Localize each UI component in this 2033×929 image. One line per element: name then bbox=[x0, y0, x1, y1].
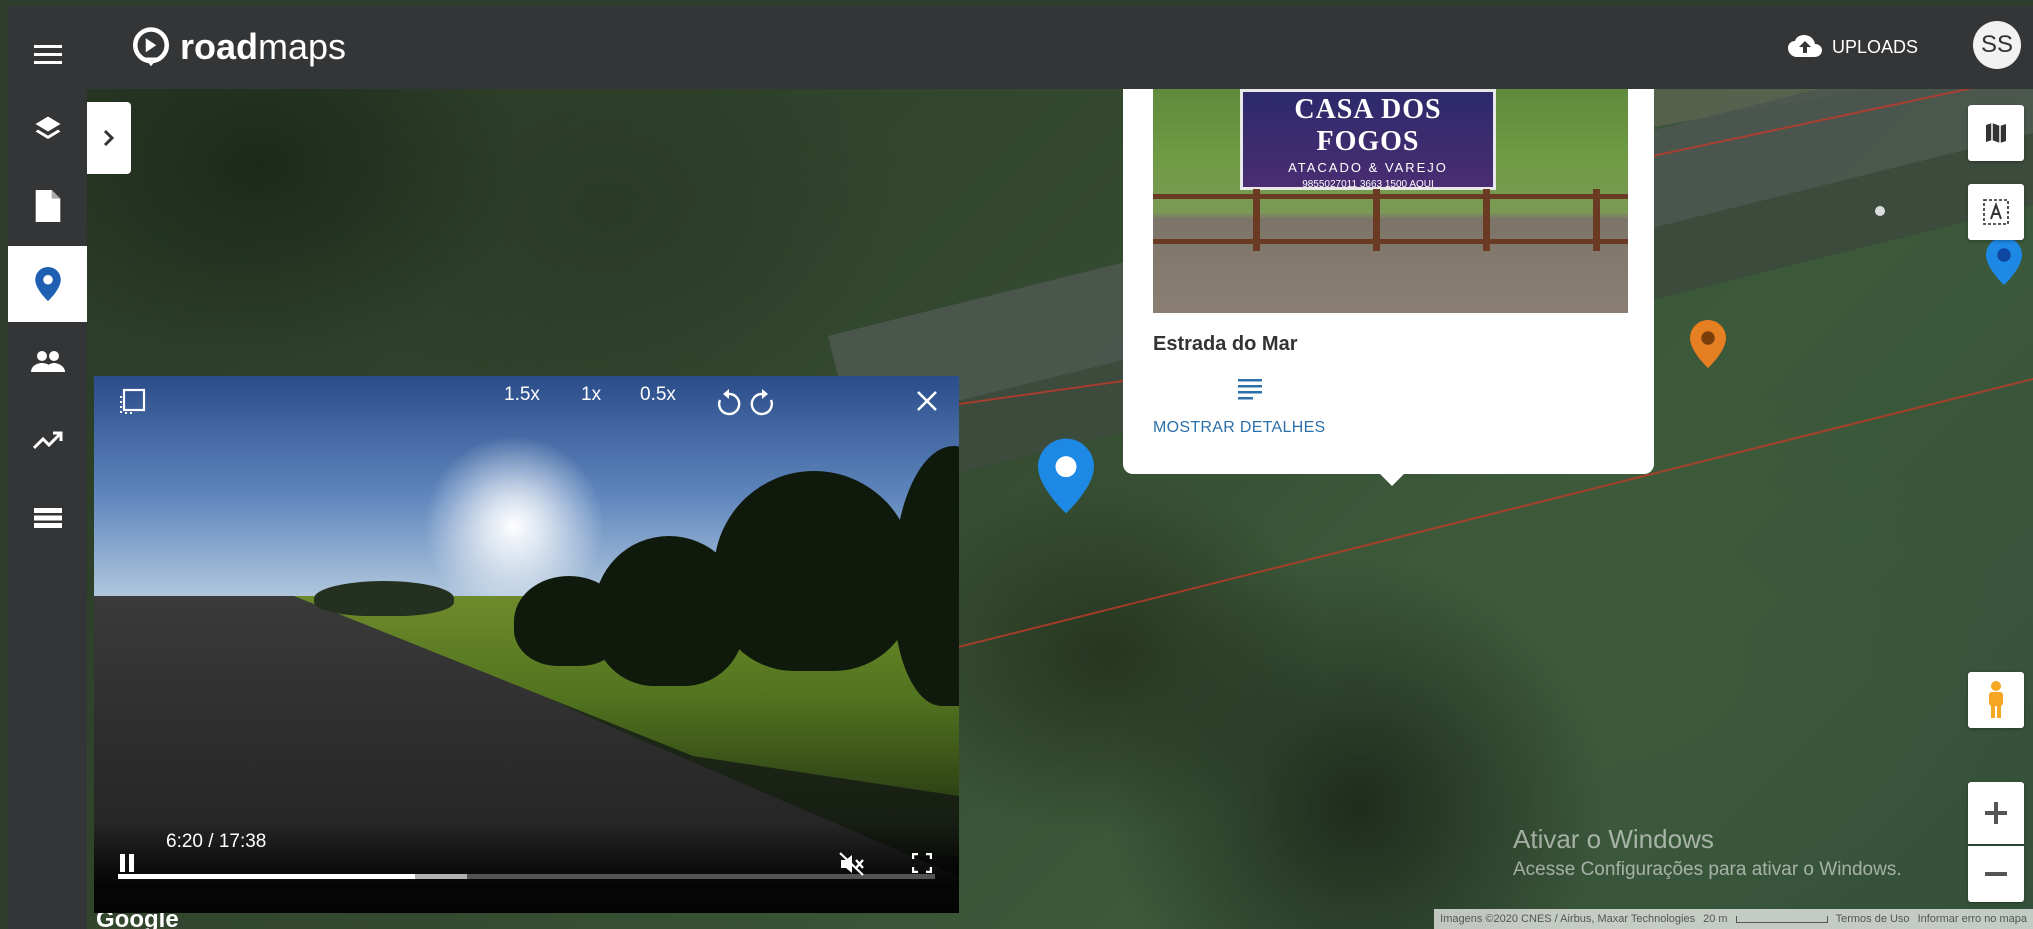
sidebar bbox=[8, 6, 87, 929]
sidebar-item-documents[interactable] bbox=[8, 168, 87, 244]
report-error-link[interactable]: Informar erro no mapa bbox=[1918, 913, 2027, 925]
cloud-upload-icon bbox=[1787, 35, 1822, 57]
location-pin-orange[interactable] bbox=[1690, 319, 1726, 374]
watermark-subtitle: Acesse Configurações para ativar o Windo… bbox=[1513, 859, 1902, 880]
street-view-pegman-button[interactable] bbox=[1968, 672, 2024, 728]
map-type-button[interactable] bbox=[1968, 105, 2024, 161]
place-title: Estrada do Mar bbox=[1153, 333, 1298, 355]
map-attribution: Imagens ©2020 CNES / Airbus, Maxar Techn… bbox=[1434, 909, 2033, 929]
text-frame-icon bbox=[1983, 199, 2009, 225]
video-progress-bar[interactable] bbox=[118, 874, 935, 879]
speed-1x-button[interactable]: 1x bbox=[581, 384, 601, 406]
logo-pin-icon bbox=[132, 27, 170, 67]
location-pin-blue[interactable] bbox=[1038, 438, 1094, 519]
sidebar-item-list[interactable] bbox=[8, 480, 87, 556]
zoom-out-button[interactable] bbox=[1968, 846, 2024, 902]
trending-up-icon bbox=[32, 431, 62, 450]
speed-1-5x-button[interactable]: 1.5x bbox=[504, 384, 540, 406]
roadmaps-logo[interactable]: roadmaps bbox=[130, 26, 346, 68]
map-point-marker[interactable] bbox=[1875, 206, 1885, 216]
picture-in-picture-icon[interactable] bbox=[118, 388, 146, 416]
plus-icon bbox=[1985, 802, 2007, 824]
billboard-line1: CASA DOS FOGOS bbox=[1294, 94, 1442, 157]
sidebar-item-statistics[interactable] bbox=[8, 402, 87, 478]
video-player[interactable]: 1.5x 1x 0.5x 6:20 / 17:38 bbox=[94, 376, 959, 913]
watermark-title: Ativar o Windows bbox=[1513, 824, 1714, 854]
mute-icon[interactable] bbox=[839, 852, 865, 876]
app-frame: roadmaps UPLOADS SS CASA DOS FOGOS ATACA… bbox=[8, 6, 2033, 929]
fence-post bbox=[1253, 189, 1260, 251]
chevron-right-icon bbox=[103, 129, 115, 147]
pause-icon[interactable] bbox=[118, 853, 136, 873]
place-photo[interactable]: CASA DOS FOGOS ATACADO & VAREJO 98550270… bbox=[1153, 89, 1628, 313]
place-popup: CASA DOS FOGOS ATACADO & VAREJO 98550270… bbox=[1123, 89, 1654, 486]
video-controls: 6:20 / 17:38 bbox=[94, 823, 959, 913]
video-frame bbox=[94, 376, 959, 913]
playback-time: 6:20 / 17:38 bbox=[166, 831, 267, 852]
fence-post bbox=[1373, 189, 1380, 251]
fence-post bbox=[1483, 189, 1490, 251]
billboard-line3: 9855027011 3663 1500 AQUI bbox=[1302, 179, 1434, 190]
location-pin-blue-edge[interactable] bbox=[1986, 236, 2022, 291]
zoom-in-button[interactable] bbox=[1968, 782, 2024, 844]
logo-text-bold: road bbox=[180, 26, 259, 67]
windows-activation-watermark: Ativar o Windows Acesse Configurações pa… bbox=[1513, 824, 1902, 881]
show-details-link[interactable]: MOSTRAR DETALHES bbox=[1153, 419, 1326, 437]
sidebar-menu-button[interactable] bbox=[8, 16, 87, 92]
rewind-icon[interactable] bbox=[716, 388, 742, 416]
sidebar-item-places[interactable] bbox=[8, 246, 87, 322]
fence-post bbox=[1593, 189, 1600, 251]
subject-icon[interactable] bbox=[1237, 377, 1263, 403]
close-icon[interactable] bbox=[916, 390, 938, 412]
uploads-button[interactable]: UPLOADS bbox=[1787, 34, 1918, 60]
video-tree bbox=[714, 471, 914, 671]
sidebar-item-people[interactable] bbox=[8, 324, 87, 400]
file-icon bbox=[35, 190, 60, 222]
sidebar-item-layers[interactable] bbox=[8, 91, 87, 167]
minus-icon bbox=[1985, 872, 2007, 876]
imagery-credit: Imagens ©2020 CNES / Airbus, Maxar Techn… bbox=[1440, 913, 1696, 925]
place-icon bbox=[34, 267, 61, 301]
logo-text-regular: maps bbox=[258, 26, 347, 67]
fullscreen-icon[interactable] bbox=[912, 853, 932, 873]
uploads-label: UPLOADS bbox=[1831, 36, 1918, 57]
layers-icon bbox=[35, 116, 60, 139]
list-icon bbox=[33, 508, 62, 528]
terms-link[interactable]: Termos de Uso bbox=[1836, 913, 1910, 925]
video-treeline bbox=[314, 581, 454, 616]
map-scale-label[interactable]: 20 m bbox=[1703, 913, 1727, 925]
map-scale-bar bbox=[1735, 915, 1828, 923]
fence bbox=[1153, 194, 1628, 244]
video-tree bbox=[514, 576, 624, 666]
user-avatar[interactable]: SS bbox=[1973, 21, 2021, 69]
map-labels-button[interactable] bbox=[1968, 184, 2024, 240]
billboard-image: CASA DOS FOGOS ATACADO & VAREJO 98550270… bbox=[1240, 89, 1496, 190]
billboard-line2: ATACADO & VAREJO bbox=[1288, 160, 1448, 175]
top-bar: roadmaps UPLOADS SS bbox=[8, 6, 2033, 89]
forward-icon[interactable] bbox=[749, 388, 775, 416]
video-tree bbox=[894, 446, 959, 706]
menu-icon bbox=[33, 45, 62, 64]
video-played-bar bbox=[118, 874, 416, 879]
pegman-icon bbox=[1989, 681, 2003, 718]
map-icon bbox=[1986, 123, 2006, 143]
expand-panel-button[interactable] bbox=[87, 102, 131, 174]
people-icon bbox=[30, 351, 65, 372]
speed-0-5x-button[interactable]: 0.5x bbox=[640, 384, 676, 406]
